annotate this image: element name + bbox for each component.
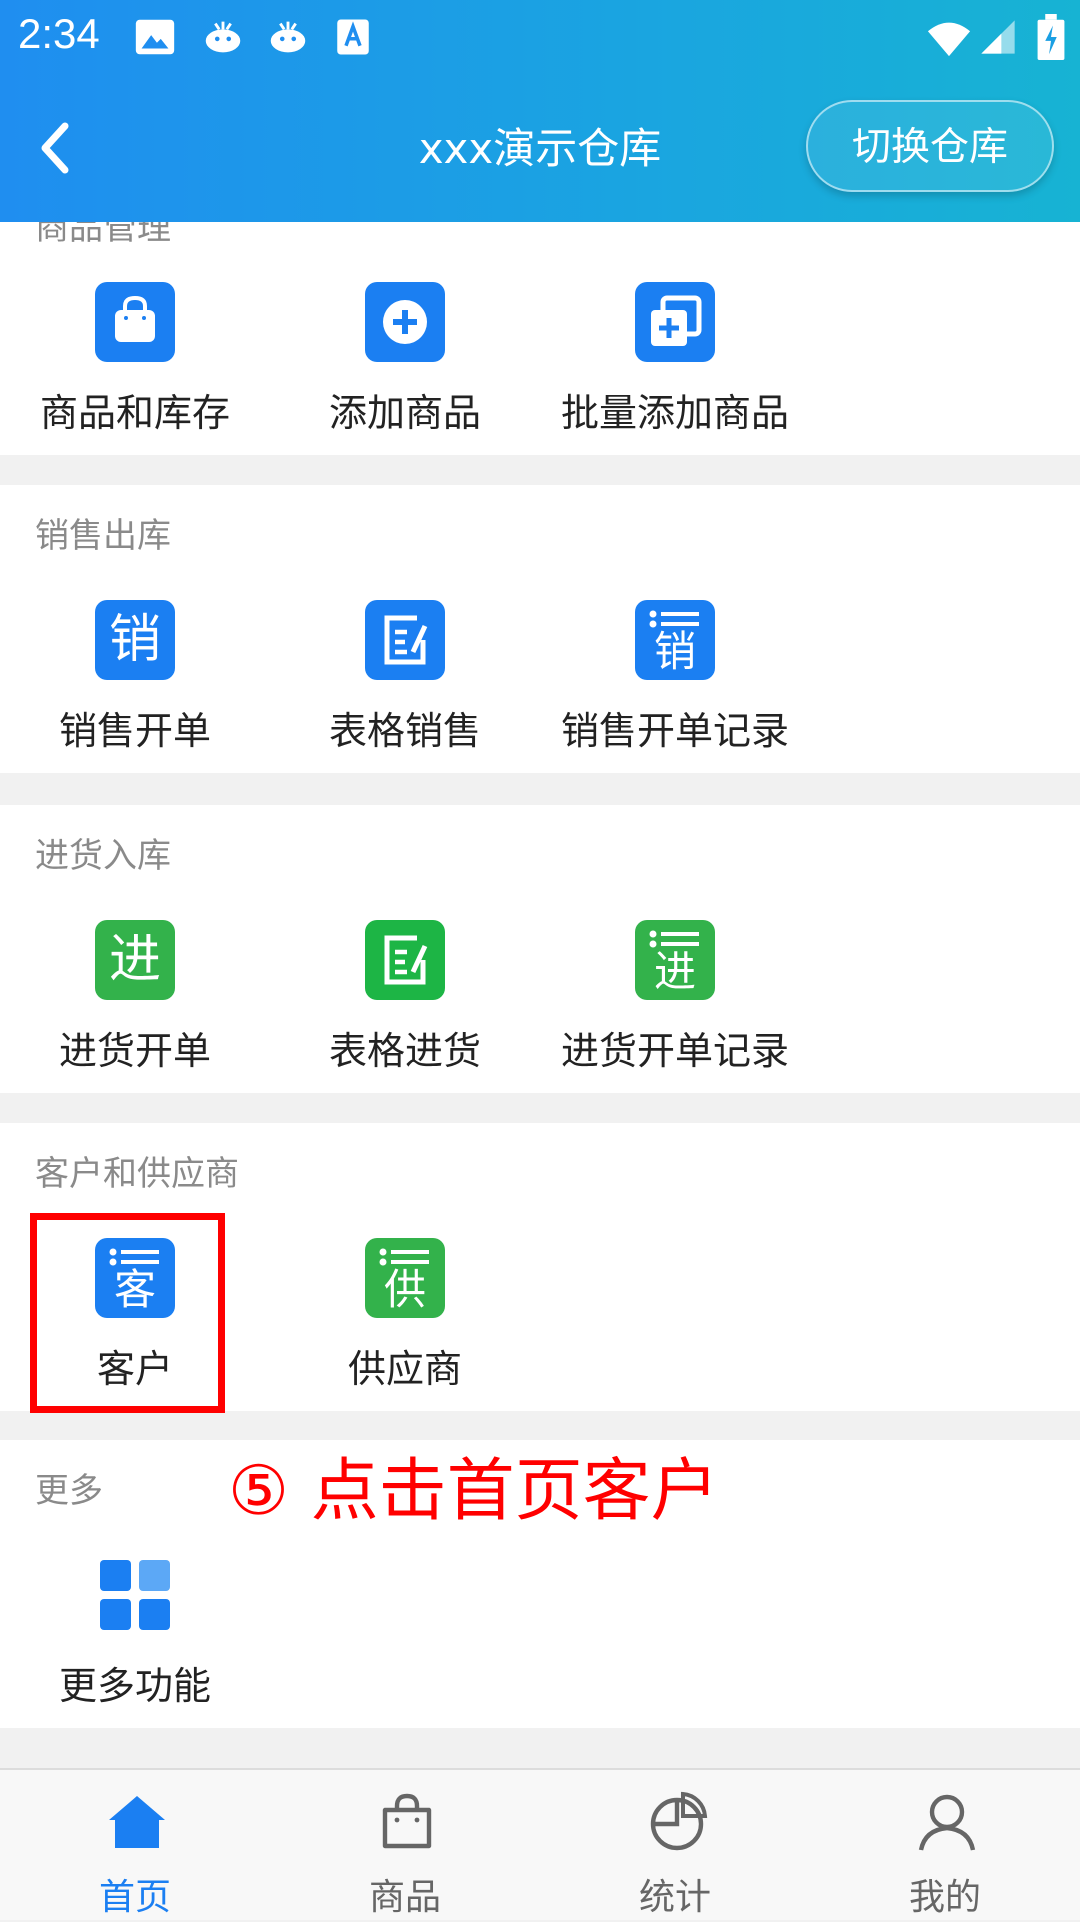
purchase-record-icon: 进: [635, 920, 715, 1000]
section-goods: 商品管理 商品和库存 添加商品 批量添加商品: [0, 222, 1080, 455]
shopping-bag-icon: [95, 282, 175, 362]
supplier-item[interactable]: 供 供应商: [270, 1123, 540, 1411]
goods-and-stock-item[interactable]: 商品和库存: [0, 222, 270, 455]
record-char: 销: [653, 627, 696, 676]
item-label: 销售开单: [58, 709, 211, 753]
customer-item[interactable]: 客 客户: [0, 1123, 270, 1411]
item-label: 表格销售: [328, 709, 481, 753]
home-icon: [109, 1796, 165, 1848]
section-contacts: 客户和供应商 客 客户 供 供应商: [0, 1123, 1080, 1411]
item-label: 商品和库存: [39, 391, 230, 435]
item-label: 批量添加商品: [560, 391, 789, 435]
item-label: 客户: [96, 1347, 173, 1391]
item-label: 更多功能: [58, 1664, 211, 1708]
section-sales: 销售出库 销 销售开单 表格销售 销 销售开单记录: [0, 485, 1080, 773]
batch-add-icon: [635, 282, 715, 362]
whale-icon: [270, 21, 306, 53]
purchase-char-icon: 进: [95, 920, 175, 1000]
section-purchase: 进货入库 进 进货开单 表格进货 进 进货开单记录: [0, 805, 1080, 1093]
wifi-icon: [927, 22, 971, 57]
supplier-icon: 供: [365, 1238, 445, 1318]
item-label: 供应商: [347, 1347, 462, 1391]
sales-record-icon: 销: [635, 600, 715, 680]
sales-order-record-item[interactable]: 销 销售开单记录: [540, 485, 810, 773]
status-time: 2:34: [18, 10, 100, 57]
item-label: 销售开单记录: [560, 709, 789, 753]
form-edit-icon: [365, 920, 445, 1000]
user-icon: [918, 1794, 976, 1851]
signal-icon: [981, 20, 1015, 54]
tab-mine[interactable]: 我的: [810, 1770, 1080, 1922]
form-edit-icon: [365, 600, 445, 680]
status-bar: 2:34: [0, 0, 1080, 75]
record-char: 进: [653, 947, 696, 996]
purchase-order-record-item[interactable]: 进 进货开单记录: [540, 805, 810, 1093]
battery-icon: [1037, 14, 1065, 60]
tab-statistics[interactable]: 统计: [540, 1770, 810, 1922]
image-icon: [135, 19, 175, 55]
item-label: 添加商品: [328, 391, 481, 435]
form-purchase-item[interactable]: 表格进货: [270, 805, 540, 1093]
batch-add-goods-item[interactable]: 批量添加商品: [540, 222, 810, 455]
item-label: 表格进货: [328, 1029, 481, 1073]
instruction-annotation: ⑤ 点击首页客户: [228, 1452, 719, 1531]
bag-icon: [382, 1793, 432, 1849]
bottom-tab-bar: 首页 商品 统计 我的: [0, 1768, 1080, 1920]
a-icon: [337, 19, 369, 55]
grid-icon: [95, 1555, 175, 1635]
sales-char-icon: 销: [95, 600, 175, 680]
sales-order-item[interactable]: 销 销售开单: [0, 485, 270, 773]
plus-circle-icon: [365, 282, 445, 362]
tab-label: 商品: [368, 1877, 441, 1918]
switch-warehouse-button[interactable]: 切换仓库: [806, 100, 1054, 192]
record-char: 供: [383, 1265, 426, 1314]
item-label: 进货开单记录: [560, 1029, 789, 1073]
purchase-order-item[interactable]: 进 进货开单: [0, 805, 270, 1093]
tab-label: 统计: [638, 1877, 711, 1918]
add-goods-item[interactable]: 添加商品: [270, 222, 540, 455]
customer-icon: 客: [95, 1238, 175, 1318]
tab-label: 首页: [98, 1877, 171, 1918]
tab-label: 我的: [908, 1877, 981, 1918]
pie-chart-icon: [650, 1791, 708, 1851]
tab-home[interactable]: 首页: [0, 1770, 270, 1922]
app-header: 2:34 xxx演示仓库 切换仓库: [0, 0, 1080, 222]
record-char: 客: [113, 1265, 156, 1314]
item-label: 进货开单: [58, 1029, 211, 1073]
whale-icon: [205, 21, 241, 53]
form-sales-item[interactable]: 表格销售: [270, 485, 540, 773]
tab-goods[interactable]: 商品: [270, 1770, 540, 1922]
